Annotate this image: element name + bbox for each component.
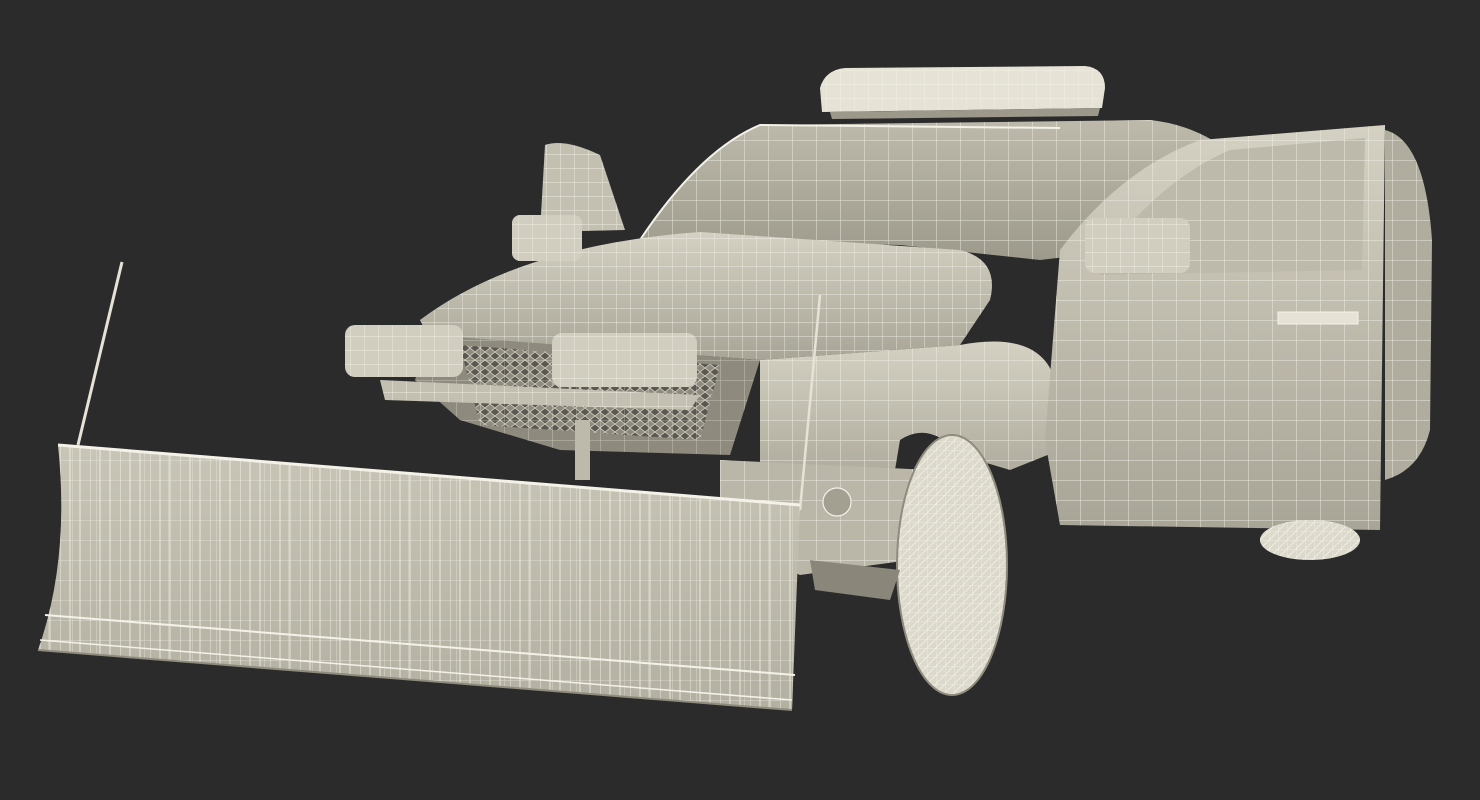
truck-wireframe-render [37, 66, 1432, 711]
truck-rear-body [1385, 130, 1432, 480]
rear-wheel [1260, 520, 1360, 560]
render-viewport [0, 0, 1480, 800]
plow-light-right [552, 333, 697, 387]
snow-plow-blade [37, 443, 801, 711]
left-side-mirror [512, 142, 625, 261]
roof-light-bar [820, 66, 1105, 119]
right-side-mirror [1085, 218, 1190, 273]
plow-light-left [345, 325, 463, 377]
front-wheel [896, 434, 1008, 696]
